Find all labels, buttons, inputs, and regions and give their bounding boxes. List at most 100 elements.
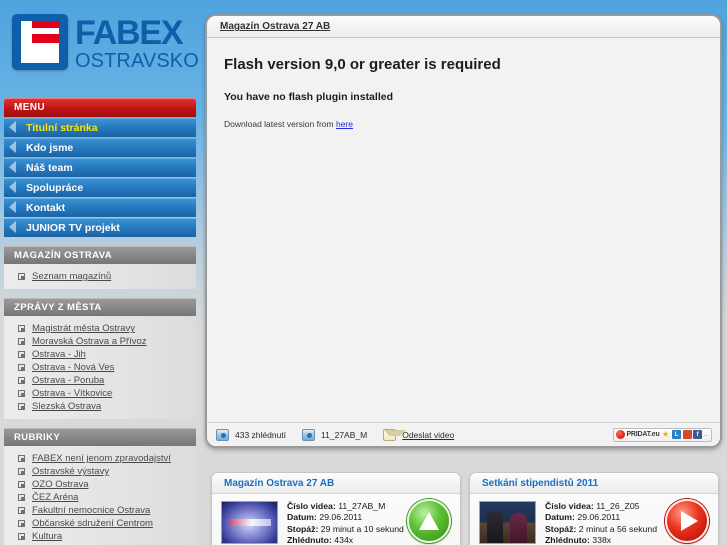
list-item-label[interactable]: Ostrava - Vítkovice [32, 388, 112, 399]
list-item-label[interactable]: FABEX není jenom zpravodajství [32, 453, 171, 464]
menu-item-5[interactable]: JUNIOR TV projekt [4, 218, 196, 237]
list-item[interactable]: Seznam magazínů [4, 270, 196, 283]
list-item[interactable]: Slezská Ostrava [4, 400, 196, 413]
list-item[interactable]: Fakultní nemocnice Ostrava [4, 504, 196, 517]
disc-icon [302, 428, 316, 441]
section-header-1: ZPRÁVY Z MĚSTA [4, 298, 196, 316]
list-item-label[interactable]: Ostrava - Jih [32, 349, 86, 360]
bullet-square-icon [18, 468, 25, 475]
meta-row: Datum: 29.06.2011 [545, 512, 657, 523]
menu-item-0[interactable]: Titulní stránka [4, 118, 196, 137]
flash-subheading: You have no flash plugin installed [224, 91, 393, 103]
bullet-square-icon [18, 481, 25, 488]
main-menu: Titulní stránka Kdo jsme Náš team Spoluprác… [0, 118, 200, 237]
play-button-badge[interactable] [665, 499, 709, 543]
bullet-square-icon [18, 325, 25, 332]
share-linkuj-icon[interactable]: L [672, 430, 682, 439]
list-item-label[interactable]: OZO Ostrava [32, 479, 88, 490]
list-item[interactable]: Ostrava - Jih [4, 348, 196, 361]
mail-icon [383, 428, 407, 441]
video-card-meta: Číslo videa: 11_26_Z05 Datum: 29.06.2011 S… [545, 501, 657, 545]
share-facebook-icon[interactable]: f [693, 430, 703, 439]
share-widget[interactable]: PRIDAT.eu ★ L f .. [613, 427, 712, 442]
list-item[interactable]: OZO Ostrava [4, 478, 196, 491]
meta-label: Zhlédnuto: [545, 535, 590, 545]
menu-item-1[interactable]: Kdo jsme [4, 138, 196, 157]
list-item[interactable]: Moravská Ostrava a Přívoz [4, 335, 196, 348]
site-logo[interactable]: FABEX OSTRAVSKO [0, 0, 200, 98]
video-card-title[interactable]: Setkání stipendistů 2011 [482, 478, 598, 489]
list-item[interactable]: Kultura [4, 530, 196, 543]
list-item[interactable]: FABEX není jenom zpravodajství [4, 452, 196, 465]
list-item[interactable]: ČEZ Aréna [4, 491, 196, 504]
video-card[interactable]: Setkání stipendistů 2011 Číslo videa: 11_… [469, 472, 719, 545]
upload-arrow-badge[interactable] [407, 499, 451, 543]
star-icon[interactable]: ★ [662, 430, 670, 439]
pridat-circle-icon [616, 430, 626, 439]
meta-label: Datum: [287, 512, 317, 523]
list-item-label[interactable]: Kultura [32, 531, 62, 542]
list-item-label[interactable]: Slezská Ostrava [32, 401, 101, 412]
section-body-1: Magistrát města Ostravy Moravská Ostrava … [4, 316, 196, 419]
video-card-title[interactable]: Magazín Ostrava 27 AB [224, 478, 334, 489]
bullet-square-icon [18, 507, 25, 514]
meta-value: 29.06.2011 [577, 512, 621, 523]
list-item-label[interactable]: Ostrava - Poruba [32, 375, 104, 386]
flash-download-link[interactable]: here [336, 119, 353, 129]
bullet-square-icon [18, 455, 25, 462]
menu-item-3[interactable]: Spolupráce [4, 178, 196, 197]
bullet-square-icon [18, 494, 25, 501]
list-item[interactable]: Magistrát města Ostravy [4, 322, 196, 335]
list-item[interactable]: Občanské sdružení Centrom [4, 517, 196, 530]
list-item[interactable]: Ostrava - Nová Ves [4, 361, 196, 374]
list-item[interactable]: Ostravské výstavy [4, 465, 196, 478]
meta-value: 11_27AB_M [338, 501, 386, 511]
send-video-label[interactable]: Odeslat video [402, 430, 454, 440]
bullet-square-icon [18, 273, 25, 280]
meta-label: Datum: [545, 512, 575, 523]
bullet-square-icon [18, 520, 25, 527]
share-jagg-icon[interactable] [682, 430, 692, 439]
list-item-label[interactable]: Magistrát města Ostravy [32, 323, 135, 334]
chevron-right-icon [9, 161, 16, 173]
sidebar: FABEX OSTRAVSKO MENU Titulní stránka Kdo … [0, 0, 200, 545]
video-card[interactable]: Magazín Ostrava 27 AB Číslo videa: 11_27A… [211, 472, 461, 545]
video-card-list: Magazín Ostrava 27 AB Číslo videa: 11_27A… [211, 472, 719, 545]
meta-row: Číslo videa: 11_27AB_M [287, 501, 404, 512]
meta-label: Stopáž: [287, 523, 319, 534]
list-item-label[interactable]: ČEZ Aréna [32, 492, 78, 503]
meta-label: Číslo videa: [545, 501, 594, 511]
list-item-label[interactable]: Fakultní nemocnice Ostrava [32, 505, 150, 516]
video-player-panel: Magazín Ostrava 27 AB Flash version 9,0 … [205, 14, 722, 448]
bullet-square-icon [18, 351, 25, 358]
send-video-action[interactable]: Odeslat video [383, 428, 454, 441]
section-header-0: MAGAZÍN OSTRAVA [4, 246, 196, 264]
magazin-thumbnail[interactable] [221, 501, 278, 544]
player-title: Magazín Ostrava 27 AB [220, 21, 331, 32]
list-item-label[interactable]: Moravská Ostrava a Přívoz [32, 336, 147, 347]
stipendiste-thumbnail[interactable] [479, 501, 536, 544]
meta-value: 2 minut a 56 sekund [578, 523, 658, 534]
list-item-label[interactable]: Občanské sdružení Centrom [32, 518, 153, 529]
meta-row: Číslo videa: 11_26_Z05 [545, 501, 657, 512]
chevron-right-icon [9, 121, 16, 133]
bullet-square-icon [18, 390, 25, 397]
list-item[interactable]: Ostrava - Poruba [4, 374, 196, 387]
bullet-square-icon [18, 338, 25, 345]
share-more-icon[interactable]: .. [704, 431, 708, 438]
player-title-bar: Magazín Ostrava 27 AB [207, 16, 720, 38]
logo-title: FABEX [75, 14, 184, 52]
pridat-label[interactable]: PRIDAT.eu [626, 431, 659, 438]
list-item-label[interactable]: Ostrava - Nová Ves [32, 362, 114, 373]
menu-item-4[interactable]: Kontakt [4, 198, 196, 217]
meta-label: Číslo videa: [287, 501, 336, 511]
video-id: 11_27AB_M [302, 428, 367, 441]
logo-subtitle: OSTRAVSKO [75, 50, 199, 72]
eye-icon [216, 428, 229, 441]
list-item-label[interactable]: Seznam magazínů [32, 271, 111, 282]
menu-item-2[interactable]: Náš team [4, 158, 196, 177]
bullet-square-icon [18, 377, 25, 384]
flash-download-prefix: Download latest version from [224, 119, 336, 129]
list-item-label[interactable]: Ostravské výstavy [32, 466, 109, 477]
list-item[interactable]: Ostrava - Vítkovice [4, 387, 196, 400]
